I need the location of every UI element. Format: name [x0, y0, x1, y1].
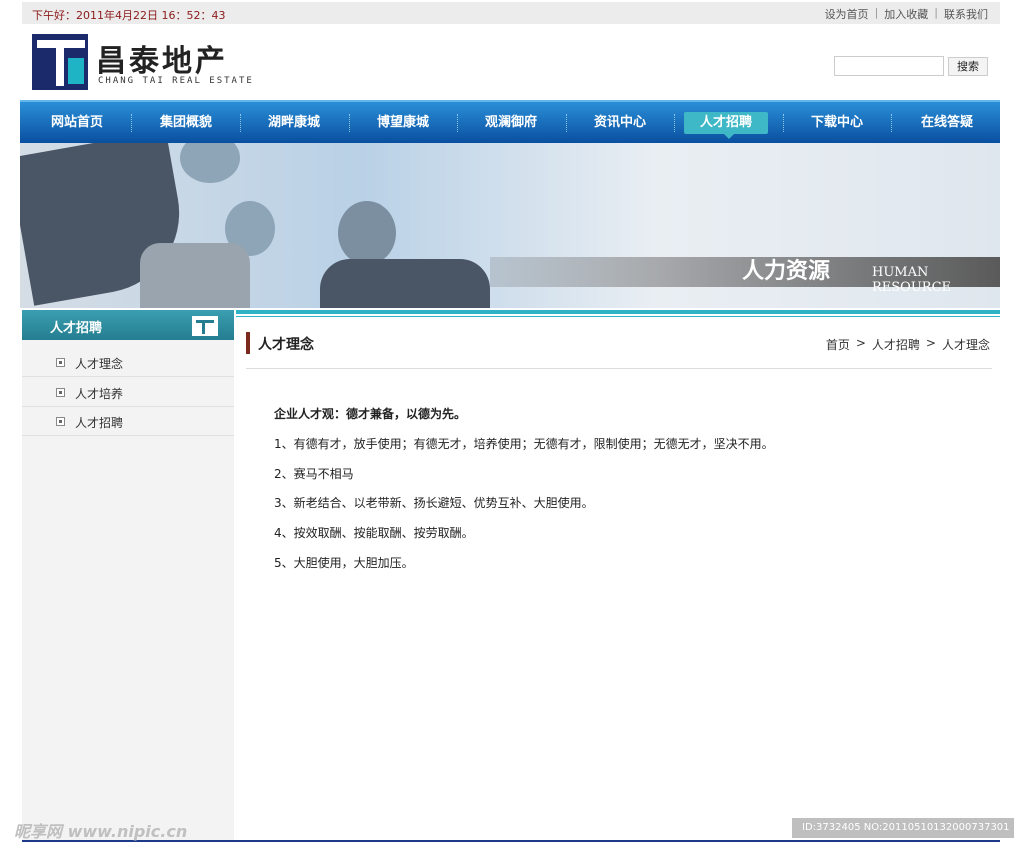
nav-item-hupan[interactable]: 湖畔康城	[249, 112, 339, 134]
logo-chinese-name[interactable]: 昌泰地产	[96, 36, 228, 80]
logo-icon[interactable]	[32, 34, 88, 90]
breadcrumb-separator: >	[855, 336, 866, 350]
banner-figure	[180, 143, 240, 183]
sidebar: 人才招聘 人才理念 人才培养 人才招聘	[22, 310, 234, 840]
paragraph: 4、按效取酬、按能取酬、按劳取酬。	[274, 526, 474, 540]
paragraph: 1、有德有才，放手使用；有德无才，培养使用；无德有才，限制使用；无德无才，坚决不…	[274, 437, 774, 451]
paragraph: 企业人才观：德才兼备，以德为先。	[274, 407, 467, 421]
banner-figure	[140, 243, 250, 308]
top-bar: 下午好：2011年4月22日 16：52：43 设为首页 | 加入收藏 | 联系…	[22, 2, 1000, 24]
divider	[236, 316, 1000, 317]
nav-item-guanlan[interactable]: 观澜御府	[466, 112, 556, 134]
banner-title: 人力资源	[742, 259, 831, 284]
nav-divider	[349, 114, 350, 132]
nav-item-qa[interactable]: 在线答疑	[902, 112, 992, 134]
paragraph: 2、赛马不相马	[274, 467, 354, 481]
sidebar-header: 人才招聘	[22, 310, 234, 340]
nav-divider	[783, 114, 784, 132]
nav-divider	[891, 114, 892, 132]
sidebar-item-talent-training[interactable]: 人才培养	[22, 378, 234, 407]
watermark-id: ID:3732405 NO:20110510132000737301	[792, 818, 1014, 838]
sidebar-item-label: 人才招聘	[75, 416, 124, 430]
nav-item-downloads[interactable]: 下载中心	[792, 112, 882, 134]
sidebar-title: 人才招聘	[50, 321, 103, 336]
title-accent	[246, 332, 250, 354]
paragraph: 5、大胆使用，大胆加压。	[274, 556, 414, 570]
page-title: 人才理念	[258, 337, 314, 353]
banner-figure	[320, 259, 490, 308]
breadcrumb-home[interactable]: 首页	[826, 336, 850, 353]
add-favorite-link[interactable]: 加入收藏	[884, 6, 928, 22]
sidebar-item-talent-philosophy[interactable]: 人才理念	[22, 348, 234, 377]
banner-figure	[338, 201, 396, 265]
greeting-text: 下午好：2011年4月22日 16：52：43	[32, 9, 226, 22]
main-nav: 网站首页 集团概貌 湖畔康城 博望康城 观澜御府 资讯中心 人才招聘 下载中心 …	[20, 100, 1000, 143]
search-input[interactable]	[834, 56, 944, 76]
t-logo-icon	[192, 316, 218, 336]
sidebar-item-label: 人才理念	[75, 357, 124, 371]
separator: |	[874, 6, 879, 19]
nav-divider	[566, 114, 567, 132]
nav-item-bowang[interactable]: 博望康城	[358, 112, 448, 134]
bullet-icon	[56, 358, 65, 367]
content-divider	[246, 368, 992, 369]
paragraph: 3、新老结合、以老带新、扬长避短、优势互补、大胆使用。	[274, 496, 594, 510]
banner-subtitle: HUMAN RESOURCE	[872, 265, 952, 295]
nav-item-group-overview[interactable]: 集团概貌	[141, 112, 231, 134]
divider	[236, 310, 1000, 314]
breadcrumb-recruitment[interactable]: 人才招聘	[872, 336, 920, 353]
set-homepage-link[interactable]: 设为首页	[825, 6, 869, 22]
breadcrumb-separator: >	[925, 336, 936, 350]
contact-us-link[interactable]: 联系我们	[944, 6, 988, 22]
nav-item-recruitment[interactable]: 人才招聘	[684, 112, 768, 139]
bullet-icon	[56, 417, 65, 426]
sidebar-item-recruitment[interactable]: 人才招聘	[22, 407, 234, 436]
logo-accent	[68, 58, 84, 84]
nav-item-home[interactable]: 网站首页	[32, 112, 122, 134]
search-button[interactable]: 搜索	[948, 57, 988, 76]
sidebar-item-label: 人才培养	[75, 387, 124, 401]
separator: |	[934, 6, 938, 19]
nav-divider	[457, 114, 458, 132]
logo-english-name: CHANG TAI REAL ESTATE	[98, 76, 254, 86]
nav-divider	[674, 114, 675, 132]
bullet-icon	[56, 388, 65, 397]
nav-divider	[131, 114, 132, 132]
nav-item-news[interactable]: 资讯中心	[575, 112, 665, 134]
hero-banner: 人力资源 HUMAN RESOURCE	[20, 143, 1000, 308]
breadcrumb: 首页 > 人才招聘 > 人才理念	[826, 336, 990, 353]
watermark-text: 昵享网 www.nipic.cn	[14, 822, 188, 841]
logo-stem	[56, 40, 64, 86]
breadcrumb-current: 人才理念	[941, 338, 990, 352]
nav-divider	[240, 114, 241, 132]
top-links: 设为首页 | 加入收藏 | 联系我们	[825, 6, 988, 22]
